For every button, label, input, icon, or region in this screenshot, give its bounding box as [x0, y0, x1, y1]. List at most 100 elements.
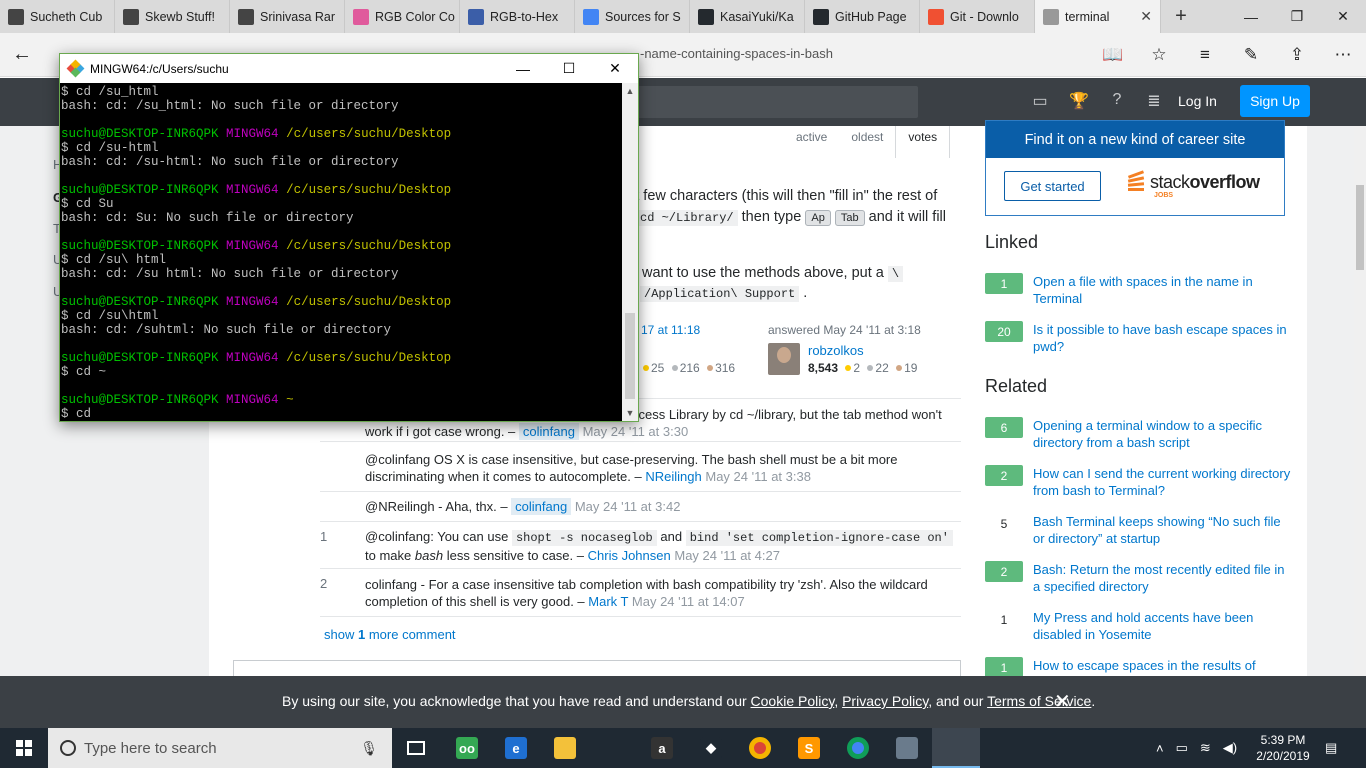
- login-link[interactable]: Log In: [1178, 93, 1217, 109]
- privacy-policy-link[interactable]: Privacy Policy: [842, 693, 928, 709]
- terminal-line: suchu@DESKTOP-INR6QPK MINGW64 /c/users/s…: [61, 239, 621, 253]
- taskbar-app[interactable]: [736, 728, 784, 768]
- taskbar-app[interactable]: [883, 728, 931, 768]
- close-icon[interactable]: ✕: [1320, 0, 1366, 33]
- comment-date[interactable]: May 24 '11 at 3:42: [575, 499, 681, 514]
- browser-tab[interactable]: Git - Downlo: [920, 0, 1035, 33]
- restore-icon[interactable]: ❐: [1274, 0, 1320, 33]
- browser-tab[interactable]: Sucheth Cub: [0, 0, 115, 33]
- share-icon[interactable]: ⇪: [1274, 33, 1320, 77]
- favorite-star-icon[interactable]: ☆: [1136, 33, 1182, 77]
- taskbar-app[interactable]: [541, 728, 589, 768]
- taskbar-app[interactable]: S: [785, 728, 833, 768]
- taskbar-app[interactable]: [392, 728, 440, 768]
- site-switcher-icon[interactable]: ≣: [1143, 91, 1165, 113]
- sidebar-question-link[interactable]: Bash: Return the most recently edited fi…: [1033, 561, 1293, 595]
- taskbar-app[interactable]: [834, 728, 882, 768]
- comment-date[interactable]: May 24 '11 at 3:30: [583, 424, 689, 439]
- browser-tab[interactable]: Sources for S: [575, 0, 690, 33]
- stackoverflow-jobs-logo[interactable]: stackoverflow JOBS: [1126, 169, 1260, 199]
- page-scrollbar-thumb[interactable]: [1356, 185, 1364, 270]
- wifi-icon[interactable]: ≋: [1200, 740, 1211, 756]
- microphone-icon[interactable]: 🎙: [360, 740, 378, 757]
- cortana-icon: [60, 740, 76, 756]
- reading-view-icon[interactable]: 📖: [1090, 33, 1136, 77]
- avatar[interactable]: [768, 343, 800, 375]
- web-note-icon[interactable]: ✎: [1228, 33, 1274, 77]
- signup-button[interactable]: Sign Up: [1240, 85, 1310, 117]
- sidebar-question-link[interactable]: How can I send the current working direc…: [1033, 465, 1293, 499]
- cookie-policy-link[interactable]: Cookie Policy: [751, 693, 835, 709]
- volume-icon[interactable]: ◀): [1223, 740, 1237, 756]
- back-icon[interactable]: ←: [0, 33, 44, 77]
- terms-of-service-link[interactable]: Terms of Service: [987, 693, 1091, 709]
- show-more-comments-link[interactable]: show 1 more comment: [324, 627, 456, 642]
- comment-text: and: [660, 529, 683, 544]
- browser-tab-title: GitHub Page: [835, 9, 907, 24]
- tab-active[interactable]: active: [784, 126, 839, 158]
- notifications-icon[interactable]: ▤: [1325, 728, 1337, 768]
- taskbar-app[interactable]: oo: [443, 728, 491, 768]
- comment-user[interactable]: colinfang: [511, 498, 572, 515]
- browser-tab[interactable]: Srinivasa Rar: [230, 0, 345, 33]
- browser-tab[interactable]: KasaiYuki/Ka: [690, 0, 805, 33]
- taskbar-app[interactable]: a: [638, 728, 686, 768]
- comment-date[interactable]: May 24 '11 at 14:07: [632, 594, 745, 609]
- get-started-button[interactable]: Get started: [1004, 171, 1101, 201]
- scroll-up-icon[interactable]: ▲: [622, 83, 638, 99]
- close-icon[interactable]: ✕: [592, 54, 638, 83]
- site-search-input[interactable]: [630, 86, 918, 118]
- terminal-output[interactable]: $ cd /su_html bash: cd: /su_html: No such…: [61, 85, 621, 421]
- comment-date[interactable]: May 24 '11 at 3:38: [705, 469, 811, 484]
- sublime-text-icon: S: [798, 737, 820, 759]
- close-icon[interactable]: ✕: [1054, 689, 1071, 714]
- scroll-down-icon[interactable]: ▼: [622, 405, 638, 421]
- sidebar-question-link[interactable]: How to escape spaces in the results of: [1033, 657, 1293, 674]
- comment-user[interactable]: Mark T: [588, 594, 628, 609]
- browser-tab[interactable]: RGB-to-Hex: [460, 0, 575, 33]
- inbox-icon[interactable]: ▭: [1029, 91, 1051, 113]
- browser-tab[interactable]: terminal ✕: [1035, 0, 1161, 33]
- sidebar-question-link[interactable]: Bash Terminal keeps showing “No such fil…: [1033, 513, 1293, 547]
- terminal-titlebar[interactable]: MINGW64:/c/Users/suchu — ☐ ✕: [60, 54, 638, 83]
- comment-user[interactable]: colinfang: [518, 423, 579, 440]
- taskbar-app[interactable]: e: [492, 728, 540, 768]
- comment-text: to make: [365, 548, 412, 563]
- sidebar-question-link[interactable]: My Press and hold accents have been disa…: [1033, 609, 1293, 643]
- clock[interactable]: 5:39 PM 2/20/2019: [1253, 732, 1313, 764]
- sidebar-question-link[interactable]: Is it possible to have bash escape space…: [1033, 321, 1293, 355]
- close-tab-icon[interactable]: ✕: [1140, 8, 1152, 25]
- edited-date[interactable]: 17 at 11:18: [641, 323, 700, 337]
- chevron-up-icon[interactable]: ˄: [1156, 741, 1164, 756]
- sidebar-question-link[interactable]: Opening a terminal window to a specific …: [1033, 417, 1293, 451]
- browser-tab[interactable]: RGB Color Co: [345, 0, 460, 33]
- battery-icon[interactable]: ▭: [1176, 740, 1188, 756]
- hub-icon[interactable]: ≡: [1182, 33, 1228, 77]
- tab-oldest[interactable]: oldest: [839, 126, 895, 158]
- start-button[interactable]: [0, 728, 48, 768]
- taskbar-search[interactable]: Type here to search 🎙: [48, 728, 392, 768]
- prompt-user: suchu@DESKTOP-INR6QPK: [61, 351, 219, 365]
- prompt-system: MINGW64: [226, 127, 279, 141]
- browser-tab[interactable]: Skewb Stuff!: [115, 0, 230, 33]
- career-ad-heading[interactable]: Find it on a new kind of career site: [986, 121, 1284, 158]
- help-icon[interactable]: ?: [1106, 91, 1128, 113]
- minimize-icon[interactable]: —: [500, 54, 546, 83]
- terminal-scrollbar-thumb[interactable]: [625, 313, 635, 399]
- minimize-icon[interactable]: —: [1228, 0, 1274, 33]
- tab-votes[interactable]: votes: [895, 126, 951, 158]
- user-name[interactable]: robzolkos: [808, 343, 864, 358]
- new-tab-button[interactable]: +: [1161, 0, 1201, 33]
- achievements-icon[interactable]: 🏆: [1068, 91, 1090, 113]
- comment-date[interactable]: May 24 '11 at 4:27: [674, 548, 780, 563]
- comment-user[interactable]: NReilingh: [645, 469, 701, 484]
- more-menu-icon[interactable]: ⋯: [1320, 33, 1366, 77]
- comment-user[interactable]: Chris Johnsen: [588, 548, 671, 563]
- maximize-icon[interactable]: ☐: [546, 54, 592, 83]
- browser-tab[interactable]: GitHub Page: [805, 0, 920, 33]
- taskbar-app[interactable]: ◆: [687, 728, 735, 768]
- terminal-scrollbar[interactable]: ▲ ▼: [622, 83, 638, 421]
- url-text[interactable]: -name-containing-spaces-in-bash: [640, 46, 833, 61]
- sidebar-question-link[interactable]: Open a file with spaces in the name in T…: [1033, 273, 1293, 307]
- taskbar-app[interactable]: [932, 728, 980, 768]
